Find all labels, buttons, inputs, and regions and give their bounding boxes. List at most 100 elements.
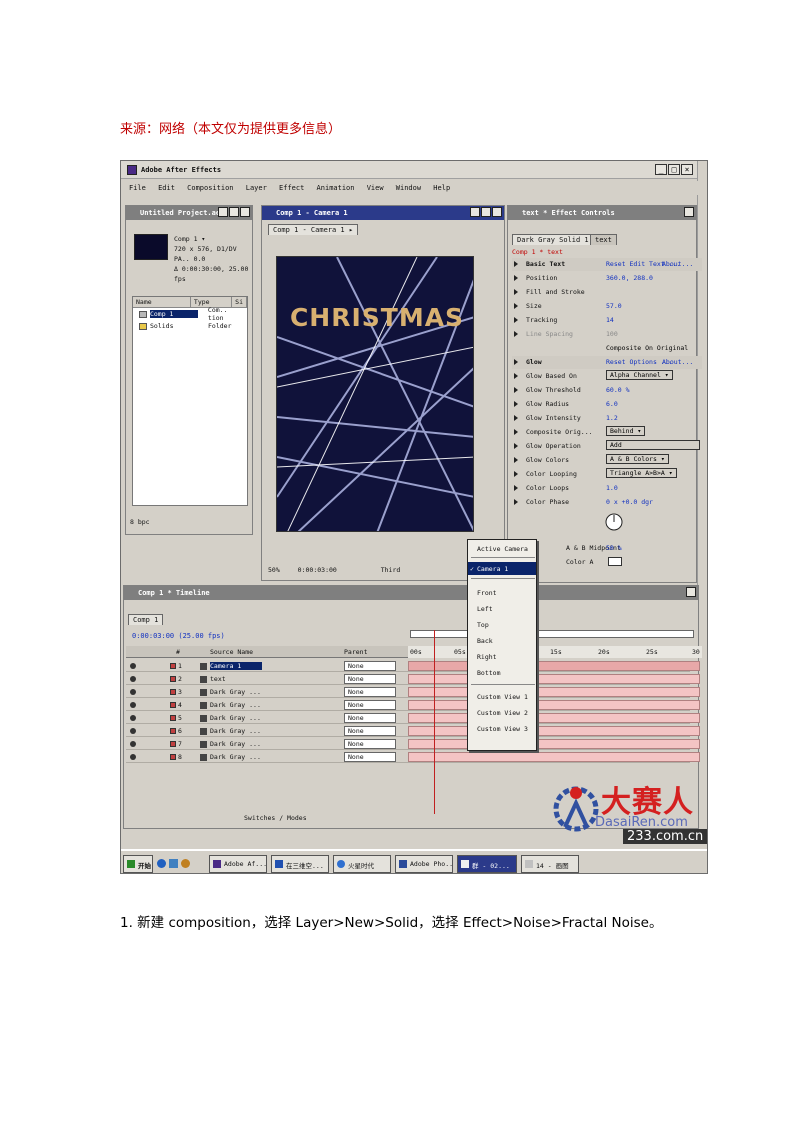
phase-dial-icon[interactable] — [604, 512, 624, 532]
eye-icon[interactable] — [130, 663, 136, 669]
fx-row-glow-operation[interactable]: Glow Operation Add — [512, 440, 702, 453]
minimize-icon[interactable] — [218, 207, 228, 217]
twirl-icon[interactable] — [514, 373, 519, 379]
layer-duration-bar[interactable] — [408, 687, 700, 697]
maximize-icon[interactable]: □ — [668, 164, 680, 175]
twirl-icon[interactable] — [514, 317, 519, 323]
eye-icon[interactable] — [130, 754, 136, 760]
fx-row-color-phase[interactable]: Color Phase 0 x +0.0 dgr — [512, 496, 702, 509]
layer-duration-bar[interactable] — [408, 700, 700, 710]
table-row[interactable]: 6 Dark Gray ... None — [126, 725, 700, 737]
label-color[interactable] — [170, 689, 176, 695]
taskbar-item-paint[interactable]: 14 - 画图 — [521, 855, 579, 873]
comp-name[interactable]: Comp 1 ▾ — [174, 234, 252, 244]
twirl-icon[interactable] — [514, 485, 519, 491]
eye-icon[interactable] — [130, 715, 136, 721]
close-icon[interactable] — [684, 207, 694, 217]
close-icon[interactable]: × — [681, 164, 693, 175]
twirl-icon[interactable] — [514, 415, 519, 421]
comp-tab[interactable]: Comp 1 - Camera 1 ▸ — [268, 224, 359, 235]
layer-name[interactable]: text — [210, 675, 262, 683]
menu-item-top[interactable]: Top — [468, 618, 536, 631]
parent-select[interactable]: None — [344, 739, 396, 749]
label-color[interactable] — [170, 676, 176, 682]
menu-help[interactable]: Help — [433, 184, 450, 192]
current-time[interactable]: 0:00:03:00 — [298, 566, 337, 574]
twirl-icon[interactable] — [514, 261, 519, 267]
fx-row-glow[interactable]: Glow Reset Options ... About... — [512, 356, 702, 369]
parent-select[interactable]: None — [344, 674, 396, 684]
effect-controls-title[interactable]: text * Effect Controls — [508, 206, 696, 220]
current-time-indicator[interactable] — [434, 630, 435, 814]
menu-item-custom-view-3[interactable]: Custom View 3 — [468, 722, 536, 735]
twirl-icon[interactable] — [514, 387, 519, 393]
timeline-timecode[interactable]: 0:00:03:00 (25.00 fps) — [132, 632, 225, 640]
layer-duration-bar[interactable] — [408, 752, 700, 762]
eye-icon[interactable] — [130, 689, 136, 695]
project-panel-title[interactable]: Untitled Project.aep — [126, 206, 252, 220]
label-color[interactable] — [170, 715, 176, 721]
zoom-select[interactable]: 50% — [268, 566, 280, 574]
menu-composition[interactable]: Composition — [187, 184, 233, 192]
taskbar-item-window-2[interactable]: 在三维空... — [271, 855, 329, 873]
timeline-tab[interactable]: Comp 1 — [128, 614, 164, 625]
fx-row-glow-intensity[interactable]: Glow Intensity 1.2 — [512, 412, 702, 425]
fx-row-glow-based-on[interactable]: Glow Based On Alpha Channel ▾ — [512, 370, 702, 383]
table-row[interactable]: 5 Dark Gray ... None — [126, 712, 700, 724]
twirl-icon[interactable] — [514, 471, 519, 477]
taskbar-item-photoshop[interactable]: Adobe Pho... — [395, 855, 453, 873]
twirl-icon[interactable] — [514, 401, 519, 407]
close-icon[interactable] — [686, 587, 696, 597]
eye-icon[interactable] — [130, 676, 136, 682]
fx-row-color-looping[interactable]: Color Looping Triangle A>B>A ▾ — [512, 468, 702, 481]
menu-item-custom-view-2[interactable]: Custom View 2 — [468, 706, 536, 719]
menu-animation[interactable]: Animation — [317, 184, 355, 192]
timeline-title[interactable]: Comp 1 * Timeline — [124, 586, 698, 600]
eye-icon[interactable] — [130, 741, 136, 747]
fx-row-tracking[interactable]: Tracking 14 — [512, 314, 702, 327]
parent-select[interactable]: None — [344, 687, 396, 697]
parent-select[interactable]: None — [344, 752, 396, 762]
table-row[interactable]: 4 Dark Gray ... None — [126, 699, 700, 711]
tab-text[interactable]: text — [590, 234, 617, 245]
fx-row-color-loops[interactable]: Color Loops 1.0 — [512, 482, 702, 495]
fx-row-composite-original[interactable]: Composite Orig... Behind ▾ — [512, 426, 702, 439]
menu-item-bottom[interactable]: Bottom — [468, 666, 536, 679]
menu-item-right[interactable]: Right — [468, 650, 536, 663]
close-icon[interactable] — [240, 207, 250, 217]
layer-name[interactable]: Camera 1 — [210, 662, 262, 670]
quicklaunch-ie-icon[interactable] — [157, 859, 166, 868]
table-row[interactable]: 7 Dark Gray ... None — [126, 738, 700, 750]
color-a-swatch[interactable] — [608, 557, 622, 566]
layer-name[interactable]: Dark Gray ... — [210, 714, 262, 722]
menu-view[interactable]: View — [367, 184, 384, 192]
comp-panel-title[interactable]: Comp 1 - Camera 1 — [262, 206, 504, 220]
label-color[interactable] — [170, 663, 176, 669]
menu-item-left[interactable]: Left — [468, 602, 536, 615]
layer-name[interactable]: Dark Gray ... — [210, 753, 262, 761]
layer-name[interactable]: Dark Gray ... — [210, 688, 262, 696]
fx-row-size[interactable]: Size 57.0 — [512, 300, 702, 313]
resolution-select[interactable]: Third — [381, 566, 401, 574]
layer-duration-bar[interactable] — [408, 713, 700, 723]
fx-row-line-spacing[interactable]: Line Spacing 100 — [512, 328, 702, 341]
minimize-icon[interactable] — [470, 207, 480, 217]
fx-row-fill-stroke[interactable]: Fill and Stroke — [512, 286, 702, 299]
fx-row-composite-on-original[interactable]: Composite On Original — [512, 342, 702, 355]
close-icon[interactable] — [492, 207, 502, 217]
time-ruler[interactable]: 00s 05s 10s 15s 20s 25s 30 — [408, 646, 702, 658]
eye-icon[interactable] — [130, 728, 136, 734]
twirl-icon[interactable] — [514, 331, 519, 337]
twirl-icon[interactable] — [514, 457, 519, 463]
quicklaunch-media-icon[interactable] — [181, 859, 190, 868]
layer-duration-bar[interactable] — [408, 661, 700, 671]
list-item[interactable]: Solids Folder — [133, 320, 247, 332]
menu-edit[interactable]: Edit — [158, 184, 175, 192]
taskbar-item-window-3[interactable]: 火星时代 — [333, 855, 391, 873]
fx-row-glow-threshold[interactable]: Glow Threshold 60.0 % — [512, 384, 702, 397]
layer-duration-bar[interactable] — [408, 739, 700, 749]
maximize-icon[interactable] — [229, 207, 239, 217]
menu-window[interactable]: Window — [396, 184, 421, 192]
comp-viewer[interactable]: CHRISTMAS — [276, 256, 474, 532]
menu-item-back[interactable]: Back — [468, 634, 536, 647]
